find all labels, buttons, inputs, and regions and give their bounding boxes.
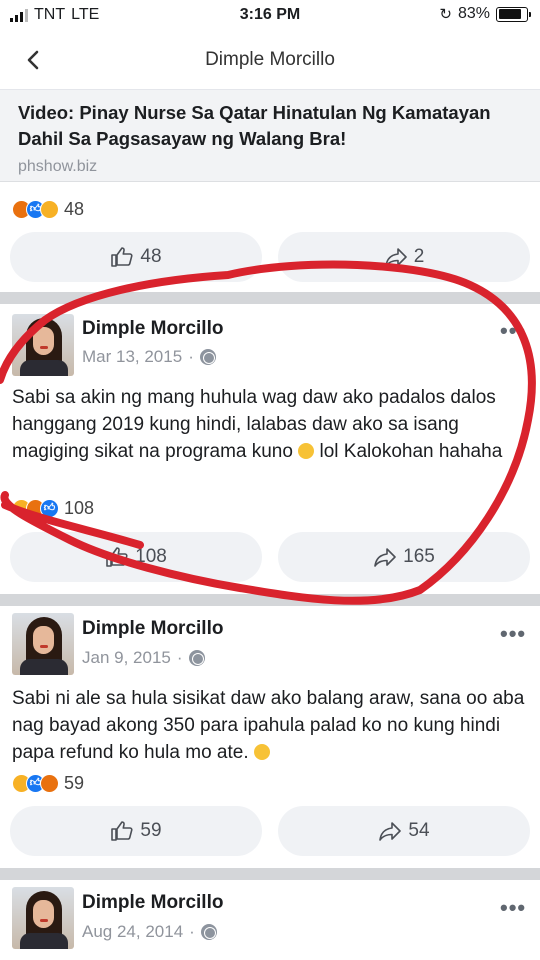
post-author[interactable]: Dimple Morcillo (82, 892, 223, 914)
post-text: Sabi sa akin ng mang huhula wag daw ako … (12, 387, 503, 462)
share-count: 165 (403, 546, 435, 567)
globe-icon (199, 349, 216, 365)
avatar[interactable] (12, 314, 74, 376)
thumbs-up-icon (111, 821, 133, 841)
reaction-summary[interactable]: 👍︎ 59 (12, 773, 84, 794)
like-button[interactable]: 48 (10, 232, 262, 282)
share-icon (384, 248, 407, 267)
battery-percent: 83% (457, 5, 490, 22)
post-text: Sabi ni ale sa hula sisikat daw ako bala… (12, 688, 525, 763)
like-count: 48 (140, 246, 162, 267)
share-button[interactable]: 2 (278, 232, 530, 282)
globe-icon (200, 924, 217, 940)
page-title: Dimple Morcillo (205, 49, 335, 70)
reaction-count: 59 (64, 773, 85, 793)
reaction-count: 108 (64, 498, 95, 518)
post-date[interactable]: Jan 9, 2015 (82, 648, 171, 668)
globe-icon (188, 650, 205, 666)
thumbs-up-icon (111, 247, 133, 267)
smile-emoji-icon (253, 744, 270, 760)
feed-separator (0, 594, 540, 606)
feed-separator (0, 868, 540, 880)
avatar[interactable] (12, 613, 74, 675)
like-count: 108 (135, 546, 167, 567)
avatar[interactable] (12, 887, 74, 949)
post-meta: Jan 9, 2015 · (82, 648, 205, 668)
share-count: 2 (413, 246, 425, 267)
like-count: 59 (140, 820, 162, 841)
angry-reaction-icon (40, 774, 59, 793)
laughing-emoji-icon (298, 443, 315, 459)
share-button[interactable]: 165 (278, 532, 530, 582)
post-card (0, 880, 540, 960)
post-author[interactable]: Dimple Morcillo (82, 318, 223, 340)
status-bar: TNT LTE 3:16 PM ↻ 83% (0, 0, 540, 30)
post-author[interactable]: Dimple Morcillo (82, 618, 223, 640)
more-options-icon[interactable]: ••• (500, 895, 526, 921)
nav-bar: Dimple Morcillo (0, 30, 540, 90)
share-count: 54 (408, 820, 430, 841)
reaction-summary[interactable]: 👍︎ 108 (12, 498, 94, 519)
post-meta: Mar 13, 2015 · (82, 347, 216, 367)
link-headline: Video: Pinay Nurse Sa Qatar Hinatulan Ng… (18, 102, 491, 149)
link-domain: phshow.biz (18, 158, 98, 175)
link-preview[interactable]: Video: Pinay Nurse Sa Qatar Hinatulan Ng… (0, 90, 540, 182)
post-meta: Aug 24, 2014 · (82, 922, 217, 942)
rotation-lock-icon: ↻ (439, 6, 452, 23)
haha-reaction-icon (40, 200, 59, 219)
reaction-count: 48 (64, 199, 85, 219)
post-date[interactable]: Aug 24, 2014 (82, 922, 183, 942)
share-button[interactable]: 54 (278, 806, 530, 856)
more-options-icon[interactable]: ••• (500, 621, 526, 647)
post-date[interactable]: Mar 13, 2015 (82, 347, 182, 367)
thumbs-up-icon (106, 547, 128, 567)
more-options-icon[interactable]: ••• (500, 318, 526, 344)
share-icon (379, 822, 402, 841)
like-button[interactable]: 59 (10, 806, 262, 856)
share-icon (374, 548, 396, 567)
battery-icon (496, 6, 531, 22)
reaction-summary[interactable]: 👍︎ 48 (12, 199, 84, 220)
like-reaction-icon: 👍︎ (40, 499, 59, 518)
like-button[interactable]: 108 (10, 532, 262, 582)
feed-separator (0, 292, 540, 304)
